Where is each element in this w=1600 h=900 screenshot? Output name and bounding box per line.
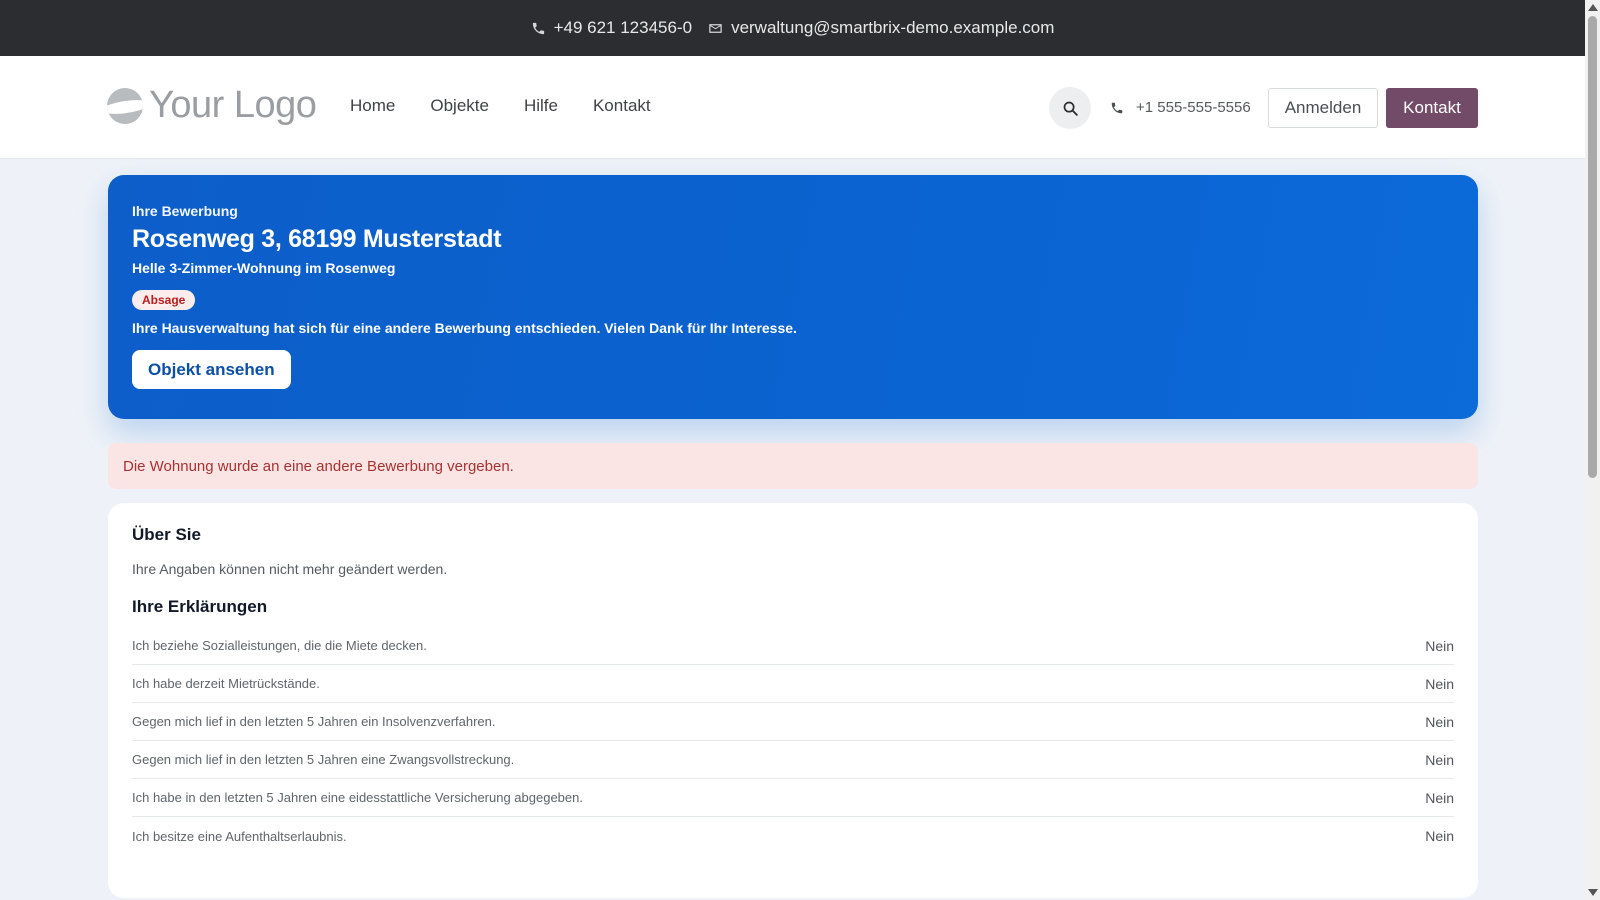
application-hero: Ihre Bewerbung Rosenweg 3, 68199 Musters… (108, 175, 1478, 419)
nav-item-home[interactable]: Home (350, 96, 395, 116)
phone-icon (1111, 102, 1123, 113)
declaration-label: Ich habe in den letzten 5 Jahren eine ei… (132, 790, 583, 805)
contact-button[interactable]: Kontakt (1386, 88, 1478, 128)
topbar-email[interactable]: verwaltung@smartbrix-demo.example.com (708, 18, 1054, 38)
declaration-row: Ich besitze eine Aufenthaltserlaubnis. N… (132, 817, 1454, 855)
header-phone[interactable]: +1 555-555-5556 (1110, 99, 1251, 116)
nav-item-hilfe[interactable]: Hilfe (524, 96, 558, 116)
view-property-button[interactable]: Objekt ansehen (132, 350, 291, 389)
nav-item-kontakt[interactable]: Kontakt (593, 96, 651, 116)
declaration-label: Gegen mich lief in den letzten 5 Jahren … (132, 714, 496, 729)
topbar-phone[interactable]: +49 621 123456-0 (531, 18, 693, 38)
declarations-list: Ich beziehe Sozialleistungen, die die Mi… (132, 627, 1454, 855)
scroll-down-arrow-icon[interactable] (1588, 889, 1598, 896)
declaration-value: Nein (1425, 637, 1454, 654)
page-scrollbar[interactable] (1585, 0, 1600, 900)
declaration-row: Gegen mich lief in den letzten 5 Jahren … (132, 703, 1454, 741)
declaration-label: Ich beziehe Sozialleistungen, die die Mi… (132, 638, 427, 653)
declarations-title: Ihre Erklärungen (132, 597, 268, 616)
status-badge: Absage (132, 290, 196, 310)
declaration-row: Ich beziehe Sozialleistungen, die die Mi… (132, 627, 1454, 665)
nav-item-objekte[interactable]: Objekte (430, 96, 489, 116)
search-button[interactable] (1049, 87, 1091, 129)
readonly-note: Ihre Angaben können nicht mehr geändert … (132, 561, 448, 577)
declaration-label: Ich besitze eine Aufenthaltserlaubnis. (132, 828, 347, 844)
hero-eyebrow: Ihre Bewerbung (132, 203, 238, 219)
declaration-value: Nein (1425, 751, 1454, 768)
topbar-phone-text: +49 621 123456-0 (553, 18, 693, 37)
declaration-value: Nein (1425, 828, 1454, 844)
site-logo[interactable]: Your Logo (107, 84, 317, 127)
property-address-title: Rosenweg 3, 68199 Musterstadt (132, 225, 502, 253)
main-nav: Home Objekte Hilfe Kontakt (350, 96, 651, 116)
rejection-alert: Die Wohnung wurde an eine andere Bewerbu… (108, 443, 1478, 489)
search-icon (1063, 101, 1078, 116)
site-header: Your Logo Home Objekte Hilfe Kontakt +1 … (0, 56, 1585, 159)
about-title: Über Sie (132, 525, 201, 544)
phone-icon (532, 22, 544, 34)
declaration-label: Gegen mich lief in den letzten 5 Jahren … (132, 752, 515, 767)
logo-text: Your Logo (149, 84, 317, 126)
declaration-row: Ich habe in den letzten 5 Jahren eine ei… (132, 779, 1454, 817)
logo-mark-icon (107, 87, 143, 124)
property-subtitle: Helle 3-Zimmer-Wohnung im Rosenweg (132, 260, 396, 276)
scroll-up-arrow-icon[interactable] (1588, 4, 1598, 11)
declaration-row: Ich habe derzeit Mietrückstände. Nein (132, 665, 1454, 703)
scrollbar-thumb[interactable] (1588, 16, 1597, 478)
declaration-value: Nein (1425, 789, 1454, 806)
header-phone-text: +1 555-555-5556 (1136, 99, 1251, 116)
alert-text: Die Wohnung wurde an eine andere Bewerbu… (123, 457, 514, 475)
login-button[interactable]: Anmelden (1268, 88, 1378, 128)
contact-topbar: +49 621 123456-0 verwaltung@smartbrix-de… (0, 0, 1585, 56)
envelope-icon (709, 23, 722, 33)
status-message: Ihre Hausverwaltung hat sich für eine an… (132, 320, 797, 336)
declaration-label: Ich habe derzeit Mietrückstände. (132, 676, 320, 691)
declaration-value: Nein (1425, 675, 1454, 692)
declaration-value: Nein (1425, 713, 1454, 730)
declaration-row: Gegen mich lief in den letzten 5 Jahren … (132, 741, 1454, 779)
topbar-email-text: verwaltung@smartbrix-demo.example.com (731, 18, 1055, 37)
about-you-card: Über Sie Ihre Angaben können nicht mehr … (108, 503, 1478, 898)
